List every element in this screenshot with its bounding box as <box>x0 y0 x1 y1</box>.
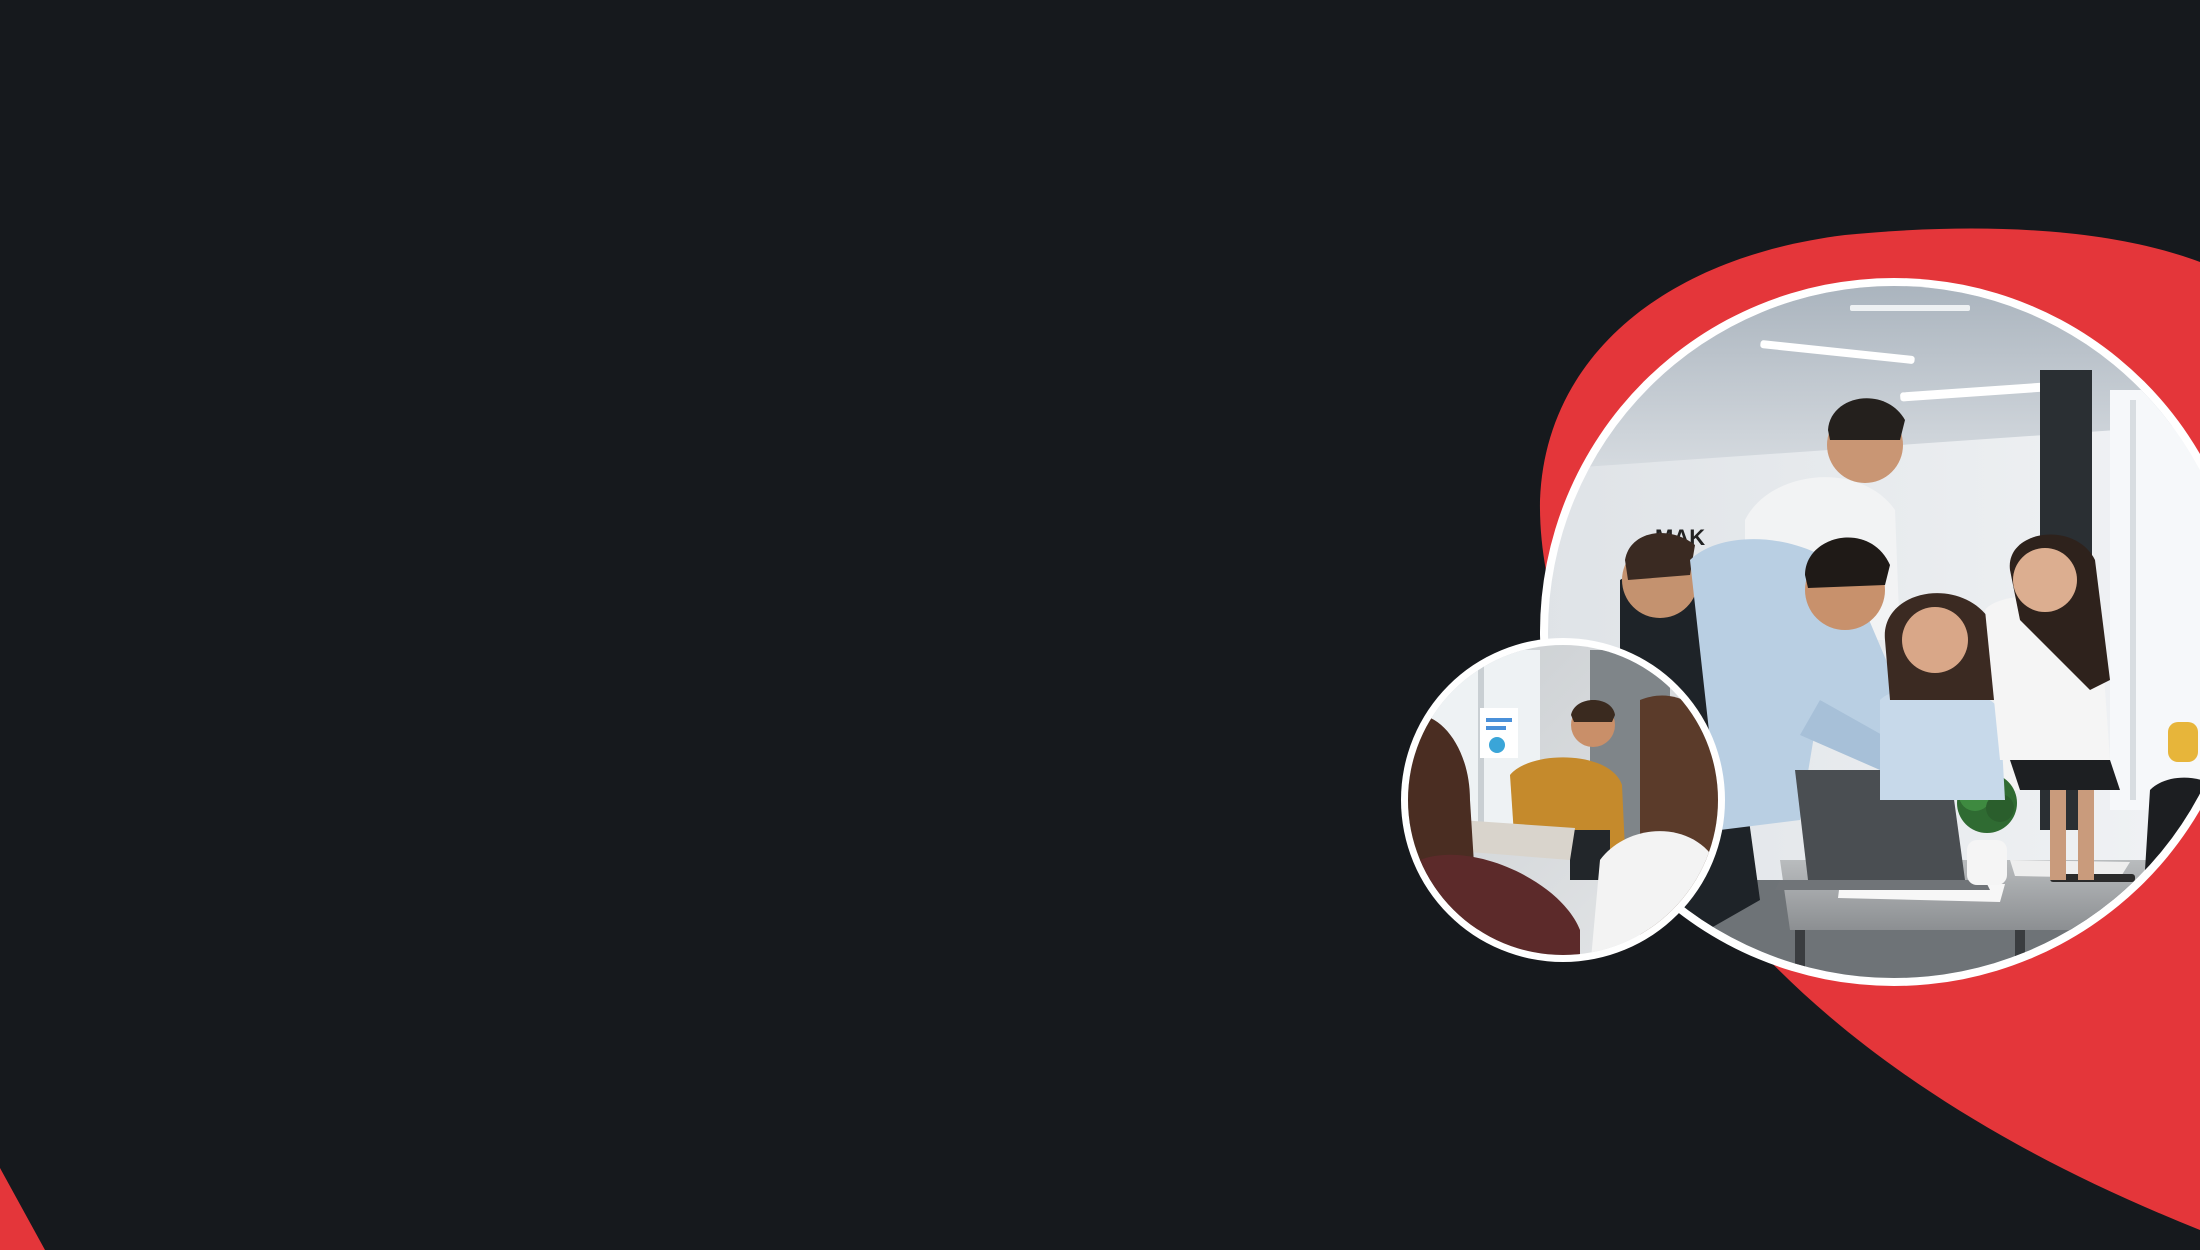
slide-canvas: MAK ANT <box>0 0 2200 1250</box>
